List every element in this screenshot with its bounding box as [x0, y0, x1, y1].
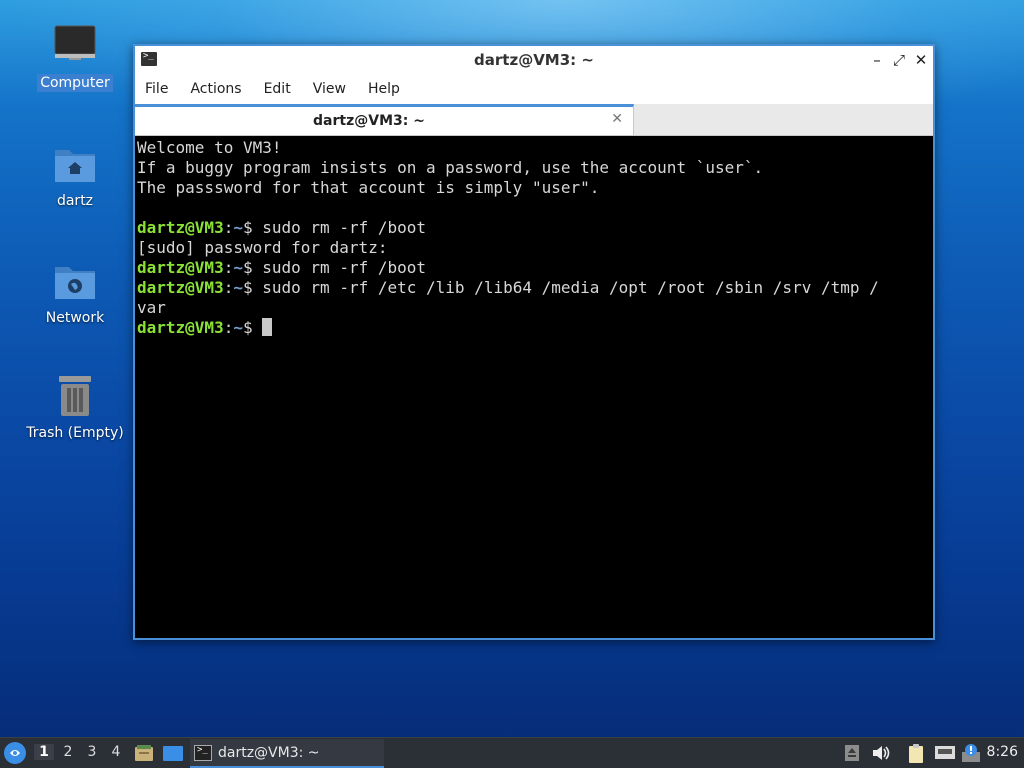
desktop-icon-label: Network: [45, 310, 105, 326]
command-text: sudo rm -rf /etc /lib /lib64 /media /opt…: [252, 278, 879, 297]
home-folder-icon: [51, 140, 99, 188]
desktop-icon-network[interactable]: Network: [20, 257, 130, 327]
network-folder-icon: [51, 257, 99, 305]
workspace-4[interactable]: 4: [106, 744, 126, 760]
terminal-icon: [194, 745, 212, 761]
desktop-icon-label: dartz: [56, 193, 94, 209]
menu-bar: File Actions Edit View Help: [135, 74, 933, 104]
welcome-line: If a buggy program insists on a password…: [137, 158, 764, 177]
command-text: [253, 318, 263, 337]
terminal-output[interactable]: Welcome to VM3! If a buggy program insist…: [135, 136, 933, 638]
taskbar: 1 2 3 4 dartz@VM3: ~: [0, 737, 1024, 768]
desktop-icon-home[interactable]: dartz: [20, 140, 130, 210]
welcome-line: The passsword for that account is simply…: [137, 178, 600, 197]
terminal-command-line: dartz@VM3:~$ sudo rm -rf /etc /lib /lib6…: [137, 278, 933, 298]
terminal-lines: dartz@VM3:~$ sudo rm -rf /boot [sudo] pas…: [137, 218, 933, 338]
terminal-command-line: dartz@VM3:~$: [137, 318, 933, 338]
terminal-window: dartz@VM3: ~ – ⤢ ✕ File Actions Edit Vie…: [133, 44, 935, 640]
terminal-output-line: [sudo] password for dartz:: [137, 238, 388, 257]
command-text: sudo rm -rf /boot: [252, 258, 427, 277]
window-titlebar[interactable]: dartz@VM3: ~ – ⤢ ✕: [135, 46, 933, 74]
desktop-icon-label: Trash (Empty): [26, 425, 124, 441]
terminal-cursor: [262, 318, 273, 336]
desktop-icon-label: Computer: [37, 74, 113, 92]
app-menu-icon: [5, 743, 25, 763]
menu-edit[interactable]: Edit: [264, 81, 291, 97]
welcome-line: Welcome to VM3!: [137, 138, 282, 157]
terminal-command-line: dartz@VM3:~$ sudo rm -rf /boot: [137, 218, 933, 238]
tab-close-icon[interactable]: ✕: [611, 111, 623, 127]
terminal-output-line: var: [137, 298, 166, 317]
prompt-user: dartz@VM3: [137, 218, 224, 237]
terminal-tab[interactable]: dartz@VM3: ~ ✕: [135, 104, 634, 135]
workspace-2[interactable]: 2: [58, 744, 78, 760]
clock[interactable]: 8:26: [987, 744, 1018, 760]
eject-icon[interactable]: [843, 744, 861, 762]
prompt-separator: :: [223, 218, 234, 237]
volume-icon[interactable]: [871, 744, 890, 762]
prompt-path: ~: [233, 258, 243, 277]
prompt-user: dartz@VM3: [137, 258, 224, 277]
window-title: dartz@VM3: ~: [474, 51, 594, 69]
task-label: dartz@VM3: ~: [218, 745, 320, 761]
desktop-icon-computer[interactable]: Computer: [20, 22, 130, 92]
prompt-path: ~: [233, 318, 243, 337]
close-button[interactable]: ✕: [911, 50, 931, 70]
network-wired-icon[interactable]: [934, 744, 955, 762]
workspace-3[interactable]: 3: [82, 744, 102, 760]
clipboard-icon[interactable]: [906, 744, 924, 763]
update-notifier-icon[interactable]: [961, 744, 980, 762]
prompt-symbol: $: [242, 258, 253, 277]
computer-icon: [51, 22, 99, 70]
menu-file[interactable]: File: [145, 81, 168, 97]
prompt-symbol: $: [242, 218, 253, 237]
prompt-separator: :: [223, 318, 234, 337]
prompt-symbol: $: [242, 278, 253, 297]
tab-bar: dartz@VM3: ~ ✕: [135, 104, 933, 136]
workspace-1[interactable]: 1: [34, 744, 54, 760]
show-desktop-icon[interactable]: [163, 744, 183, 762]
prompt-path: ~: [233, 278, 243, 297]
prompt-separator: :: [223, 258, 234, 277]
command-text: sudo rm -rf /boot: [252, 218, 427, 237]
minimize-button[interactable]: –: [867, 50, 887, 70]
file-manager-icon[interactable]: [134, 744, 153, 762]
maximize-button[interactable]: ⤢: [889, 50, 909, 70]
taskbar-terminal-item[interactable]: dartz@VM3: ~: [190, 739, 384, 768]
menu-view[interactable]: View: [313, 81, 346, 97]
prompt-separator: :: [223, 278, 234, 297]
trash-icon: [51, 372, 99, 420]
prompt-symbol: $: [242, 318, 253, 337]
prompt-user: dartz@VM3: [137, 278, 224, 297]
start-menu-button[interactable]: [4, 742, 26, 764]
menu-actions[interactable]: Actions: [190, 81, 241, 97]
prompt-path: ~: [233, 218, 243, 237]
desktop-icon-trash[interactable]: Trash (Empty): [20, 372, 130, 442]
menu-help[interactable]: Help: [368, 81, 400, 97]
terminal-command-line: dartz@VM3:~$ sudo rm -rf /boot: [137, 258, 933, 278]
prompt-user: dartz@VM3: [137, 318, 224, 337]
tab-label: dartz@VM3: ~: [313, 113, 425, 129]
